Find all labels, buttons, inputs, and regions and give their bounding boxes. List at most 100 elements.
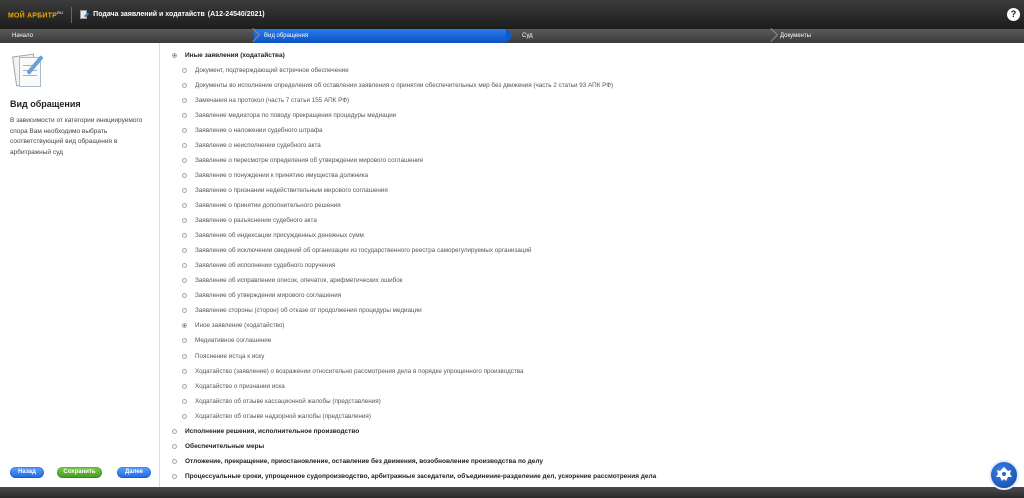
radio-button[interactable]	[182, 248, 187, 254]
save-button[interactable]: Сохранить	[57, 467, 102, 478]
option-label: Обеспечительные меры	[185, 442, 265, 450]
category-option[interactable]: Иные заявления (ходатайства)	[172, 50, 285, 60]
radio-button[interactable]	[182, 127, 187, 133]
category-option[interactable]: Процессуальные сроки, упрощенное судопро…	[172, 471, 656, 481]
panel-description: В зависимости от категории инициируемого…	[10, 117, 143, 156]
radio-button[interactable]	[182, 293, 187, 299]
radio-button[interactable]	[182, 157, 187, 163]
radio-button[interactable]	[182, 413, 187, 419]
option-label: Документ, подтверждающий встречное обесп…	[195, 66, 349, 74]
appeal-option[interactable]: Заявление о неисполнении судебного акта	[182, 140, 321, 150]
option-label: Ходатайство об отзыве кассационной жалоб…	[195, 397, 381, 405]
top-bar: МОЙ АРБИТРRU Подача заявлений и ходатайс…	[0, 0, 1024, 29]
radio-button[interactable]	[182, 233, 187, 239]
radio-button[interactable]	[172, 428, 177, 434]
app-logo[interactable]: МОЙ АРБИТРRU	[8, 10, 63, 19]
appeal-option[interactable]: Замечания на протокол (часть 7 статьи 15…	[182, 95, 349, 105]
option-label: Ходатайство (заявление) о возражении отн…	[195, 367, 524, 375]
appeal-option[interactable]: Документы во исполнение определения об о…	[182, 80, 613, 90]
appeal-option[interactable]: Медиативное соглашение	[182, 336, 271, 346]
appeal-option[interactable]: Документ, подтверждающий встречное обесп…	[182, 65, 349, 75]
appeal-option[interactable]: Заявление стороны (сторон) об отказе от …	[182, 306, 422, 316]
option-label: Исполнение решения, исполнительное произ…	[185, 427, 360, 435]
option-label: Заявление медиатора по поводу прекращени…	[195, 111, 397, 119]
appeal-option[interactable]: Заявление медиатора по поводу прекращени…	[182, 110, 396, 120]
step-court[interactable]: Суд	[522, 29, 533, 43]
step-start[interactable]: Начало	[12, 29, 33, 43]
option-label: Заявление о принятии дополнительного реш…	[195, 202, 341, 209]
appeal-option[interactable]: Заявление об исполнении судебного поруче…	[182, 261, 335, 271]
next-button[interactable]: Далее	[117, 467, 151, 478]
option-label: Отложение, прекращение, приостановление,…	[185, 457, 544, 465]
radio-button[interactable]	[182, 368, 187, 374]
option-label: Заявление об утверждении мирового соглаш…	[195, 292, 342, 300]
left-panel: Вид обращения В зависимости от категории…	[0, 43, 160, 487]
app-title: Подача заявлений и ходатайств	[93, 11, 205, 18]
appeal-option[interactable]: Заявление об исключении сведений об орга…	[182, 246, 532, 256]
appeal-type-list: Иные заявления (ходатайства) Документ, по…	[160, 43, 1024, 487]
option-label: Заявление об исполнении судебного поруче…	[195, 262, 336, 270]
help-button[interactable]: ?	[1007, 8, 1020, 21]
appeal-option[interactable]: Заявление о признании недействительным м…	[182, 185, 388, 195]
step-documents[interactable]: Документы	[780, 29, 811, 43]
option-label: Заявление о неисполнении судебного акта	[195, 141, 321, 149]
radio-button[interactable]	[182, 82, 187, 88]
appeal-option[interactable]: Заявление о пересмотре определения об ут…	[182, 155, 423, 165]
radio-button[interactable]	[182, 323, 187, 329]
appeal-option[interactable]: Ходатайство (заявление) о возражении отн…	[182, 366, 524, 376]
appeal-option[interactable]: Пояснение истца к иску	[182, 351, 264, 361]
radio-button[interactable]	[182, 142, 187, 148]
radio-button[interactable]	[182, 187, 187, 193]
option-label: Пояснение истца к иску	[195, 352, 265, 360]
divider	[71, 6, 73, 23]
option-label: Ходатайство об отзыве надзорной жалобы (…	[195, 412, 371, 420]
radio-button[interactable]	[182, 278, 187, 284]
appeal-option[interactable]: Заявление об утверждении мирового соглаш…	[182, 291, 341, 301]
appeal-option[interactable]: Заявление о принятии дополнительного реш…	[182, 201, 341, 211]
radio-button[interactable]	[182, 338, 187, 344]
radio-button[interactable]	[172, 458, 177, 464]
radio-button[interactable]	[182, 97, 187, 103]
option-label: Заявление о признании недействительным м…	[195, 186, 388, 194]
appeal-option[interactable]: Заявление о понуждении к принятию имущес…	[182, 170, 368, 180]
back-button[interactable]: Назад	[10, 467, 44, 478]
wizard-steps: Начало Вид обращения Суд Документы	[0, 27, 1024, 43]
step-appeal-type[interactable]: Вид обращения	[264, 29, 308, 43]
option-label: Заявление об исправлении описок, опечато…	[195, 277, 403, 285]
bottom-bar	[0, 487, 1024, 498]
option-label: Заявление о пересмотре определения об ут…	[195, 156, 423, 164]
option-label: Иное заявление (ходатайство)	[195, 322, 285, 330]
radio-button[interactable]	[182, 353, 187, 359]
appeal-option[interactable]: Ходатайство об отзыве кассационной жалоб…	[182, 396, 381, 406]
chevron-right-icon	[763, 27, 779, 43]
appeal-option[interactable]: Иное заявление (ходатайство)	[182, 321, 285, 331]
option-label: Заявление об исключении сведений об орга…	[195, 247, 532, 255]
category-option[interactable]: Обеспечительные меры	[172, 441, 264, 451]
radio-button[interactable]	[172, 473, 177, 479]
appeal-option[interactable]: Ходатайство об отзыве надзорной жалобы (…	[182, 411, 371, 421]
appeal-option[interactable]: Заявление об индексации присужденных ден…	[182, 231, 364, 241]
appeal-option[interactable]: Заявление об исправлении описок, опечато…	[182, 276, 403, 286]
radio-button[interactable]	[172, 52, 177, 58]
option-label: Заявление об индексации присужденных ден…	[195, 232, 364, 240]
radio-button[interactable]	[182, 172, 187, 178]
radio-button[interactable]	[182, 263, 187, 269]
category-option[interactable]: Исполнение решения, исполнительное произ…	[172, 426, 359, 436]
appeal-option[interactable]: Ходатайство о признании иска	[182, 381, 285, 391]
document-pencil-icon	[10, 53, 44, 91]
appeal-option[interactable]: Заявление о разъяснении судебного акта	[182, 216, 317, 226]
option-label: Заявление стороны (сторон) об отказе от …	[195, 307, 422, 315]
appeal-option[interactable]: Заявление о наложении судебного штрафа	[182, 125, 323, 135]
radio-button[interactable]	[182, 218, 187, 224]
radio-button[interactable]	[182, 203, 187, 208]
option-label: Документы во исполнение определения об о…	[195, 81, 614, 89]
radio-button[interactable]	[182, 398, 187, 404]
category-option[interactable]: Отложение, прекращение, приостановление,…	[172, 456, 543, 466]
radio-button[interactable]	[172, 443, 177, 449]
option-label: Иные заявления (ходатайства)	[185, 51, 285, 59]
radio-button[interactable]	[182, 308, 187, 314]
radio-button[interactable]	[182, 67, 187, 73]
radio-button[interactable]	[182, 383, 187, 389]
court-emblem-icon[interactable]	[989, 460, 1019, 490]
radio-button[interactable]	[182, 112, 187, 118]
